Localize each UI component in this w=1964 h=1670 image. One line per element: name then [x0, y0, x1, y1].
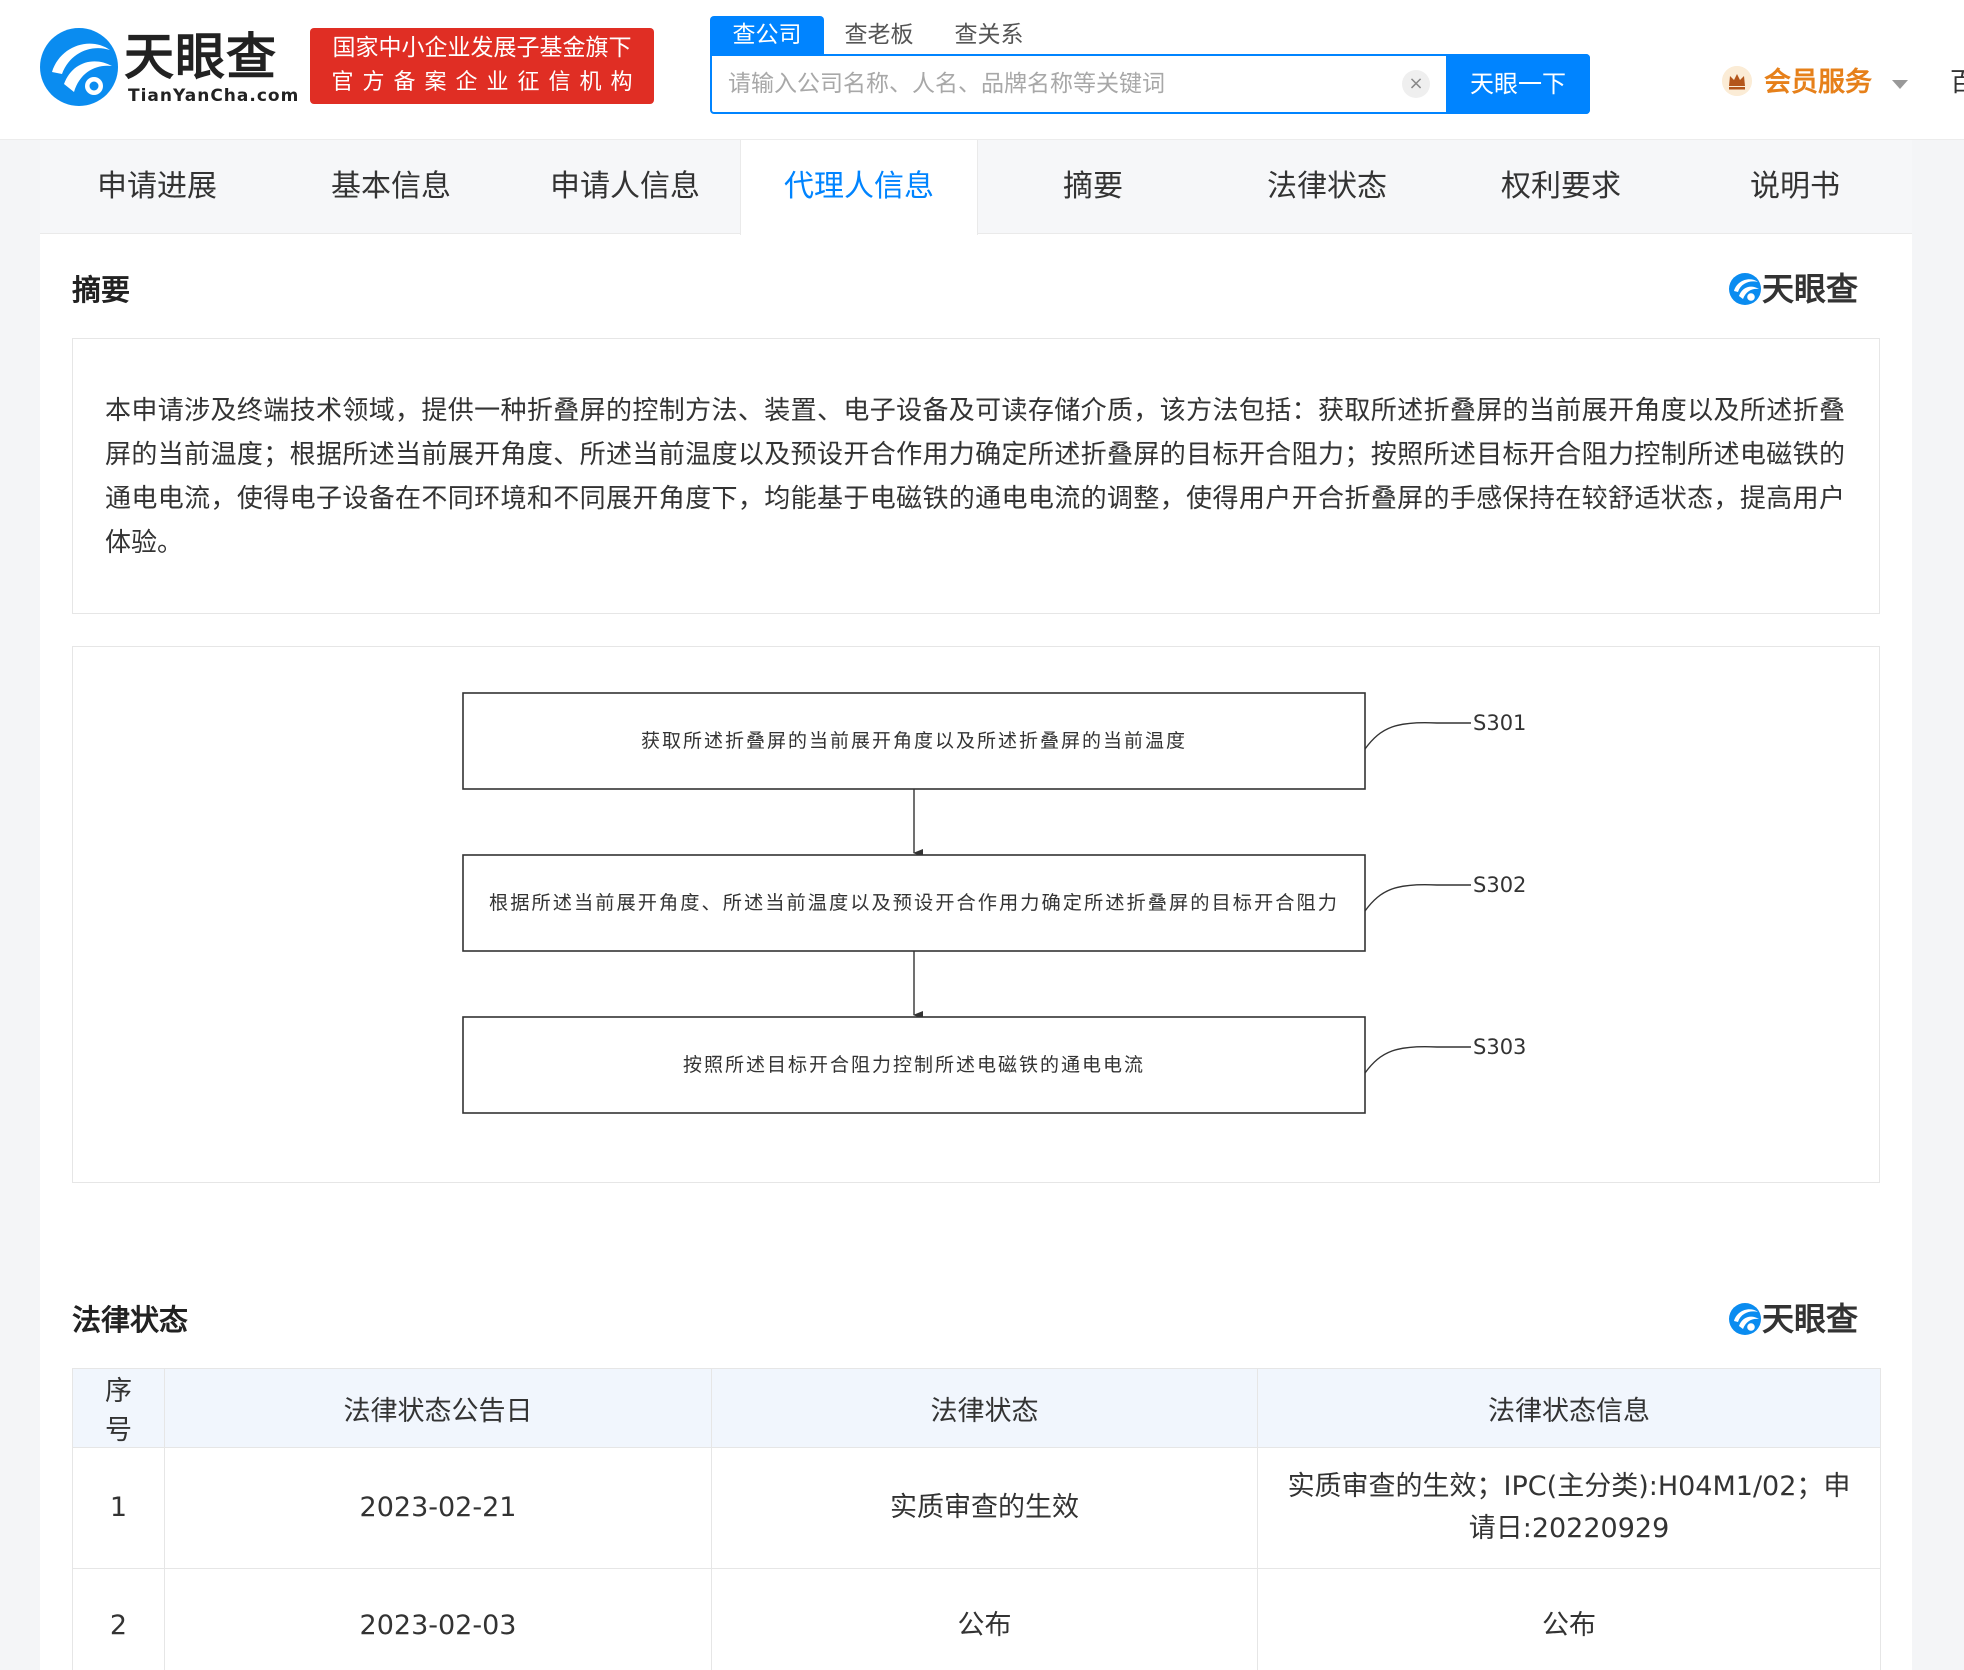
flowchart-step-text: 按照所述目标开合阻力控制所述电磁铁的通电电流 — [683, 1054, 1145, 1076]
table-header-row: 序号 法律状态公告日 法律状态 法律状态信息 — [72, 1368, 1881, 1448]
row-number: 2 — [72, 1568, 165, 1670]
table-row: 2 2023-02-03 公布 公布 — [72, 1568, 1881, 1670]
abstract-text: 本申请涉及终端技术领域，提供一种折叠屏的控制方法、装置、电子设备及可读存储介质，… — [105, 396, 1845, 558]
legal-status: 实质审查的生效 — [711, 1447, 1258, 1569]
search-input[interactable] — [712, 56, 1402, 112]
watermark-text: 天眼查 — [1762, 270, 1859, 308]
legal-status-watermark: 天眼查 — [1728, 1298, 1878, 1340]
row-number: 1 — [72, 1447, 165, 1569]
patent-flowchart: 获取所述折叠屏的当前展开角度以及所述折叠屏的当前温度 S301 根据所述当前展开… — [462, 692, 1526, 1114]
announcement-date: 2023-02-03 — [164, 1568, 712, 1670]
abstract-content-box: 本申请涉及终端技术领域，提供一种折叠屏的控制方法、装置、电子设备及可读存储介质，… — [72, 338, 1880, 614]
tianyancha-watermark-icon — [1729, 1303, 1761, 1335]
top-header: 天眼查 TianYanCha.com 国家中小企业发展子基金旗下 官方备案企业征… — [0, 0, 1964, 140]
search-tab-boss[interactable]: 查老板 — [824, 16, 934, 54]
tab-abstract[interactable]: 摘要 — [976, 140, 1210, 234]
header-edge-text[interactable]: 百 — [1950, 62, 1964, 104]
column-header: 法律状态 — [711, 1368, 1258, 1448]
tab-agent-info[interactable]: 代理人信息 — [740, 140, 978, 235]
flowchart-step-id: S302 — [1473, 873, 1526, 897]
column-header: 法律状态信息 — [1257, 1368, 1881, 1448]
flowchart-step-text: 获取所述折叠屏的当前展开角度以及所述折叠屏的当前温度 — [641, 730, 1187, 752]
tab-description[interactable]: 说明书 — [1678, 140, 1912, 234]
watermark-text: 天眼查 — [1762, 1300, 1859, 1338]
search-tab-company[interactable]: 查公司 — [710, 16, 824, 54]
crown-icon — [1722, 66, 1752, 96]
search-tab-relation[interactable]: 查关系 — [934, 16, 1044, 54]
abstract-section-title: 摘要 — [72, 273, 131, 307]
legal-status-table: 序号 法律状态公告日 法律状态 法律状态信息 1 2023-02-21 实质审查… — [72, 1368, 1881, 1670]
patent-detail-panel: 申请进展 基本信息 申请人信息 代理人信息 摘要 法律状态 权利要求 说明书 摘… — [40, 140, 1912, 1670]
tianyancha-watermark-icon — [1729, 273, 1761, 305]
search-button[interactable]: 天眼一下 — [1446, 54, 1590, 114]
announcement-date: 2023-02-21 — [164, 1447, 712, 1569]
legal-status-info: 实质审查的生效；IPC(主分类):H04M1/02；申请日:20220929 — [1257, 1447, 1881, 1569]
flowchart-step-text: 根据所述当前展开角度、所述当前温度以及预设开合作用力确定所述折叠屏的目标开合阻力 — [489, 892, 1339, 914]
legal-status: 公布 — [711, 1568, 1258, 1670]
tab-legal-status[interactable]: 法律状态 — [1210, 140, 1444, 234]
table-row: 1 2023-02-21 实质审查的生效 实质审查的生效；IPC(主分类):H0… — [72, 1447, 1881, 1569]
column-header: 法律状态公告日 — [164, 1368, 712, 1448]
tab-claims[interactable]: 权利要求 — [1444, 140, 1678, 234]
vip-service-label: 会员服务 — [1764, 67, 1872, 98]
tab-application-progress[interactable]: 申请进展 — [40, 140, 274, 234]
legal-status-info: 公布 — [1257, 1568, 1881, 1670]
abstract-watermark: 天眼查 — [1728, 268, 1878, 310]
flowchart-step-id: S303 — [1473, 1035, 1526, 1059]
search-box: × 天眼一下 — [710, 54, 1590, 114]
flowchart-leader-line — [1364, 1045, 1471, 1074]
legal-status-section-title: 法律状态 — [72, 1303, 189, 1337]
logo-domain: TianYanCha.com — [128, 86, 300, 106]
chevron-down-icon — [1892, 80, 1908, 89]
tab-basic-info[interactable]: 基本信息 — [274, 140, 508, 234]
flowchart-leader-line — [1364, 883, 1471, 912]
site-logo[interactable]: 天眼查 TianYanCha.com — [38, 26, 298, 108]
column-header: 序号 — [72, 1368, 165, 1448]
flowchart-leader-line — [1364, 721, 1471, 750]
gov-badge-line2: 官方备案企业征信机构 — [331, 70, 642, 95]
tab-applicant-info[interactable]: 申请人信息 — [508, 140, 742, 234]
tianyancha-logo-icon — [40, 28, 118, 106]
abstract-figure: 获取所述折叠屏的当前展开角度以及所述折叠屏的当前温度 S301 根据所述当前展开… — [72, 646, 1880, 1183]
logo-name: 天眼查 — [124, 28, 277, 86]
clear-icon[interactable]: × — [1402, 70, 1430, 98]
government-badge[interactable]: 国家中小企业发展子基金旗下 官方备案企业征信机构 — [310, 28, 654, 104]
flowchart-step-id: S301 — [1473, 711, 1526, 735]
detail-tab-bar: 申请进展 基本信息 申请人信息 代理人信息 摘要 法律状态 权利要求 说明书 — [40, 140, 1912, 235]
gov-badge-line1: 国家中小企业发展子基金旗下 — [332, 35, 632, 61]
